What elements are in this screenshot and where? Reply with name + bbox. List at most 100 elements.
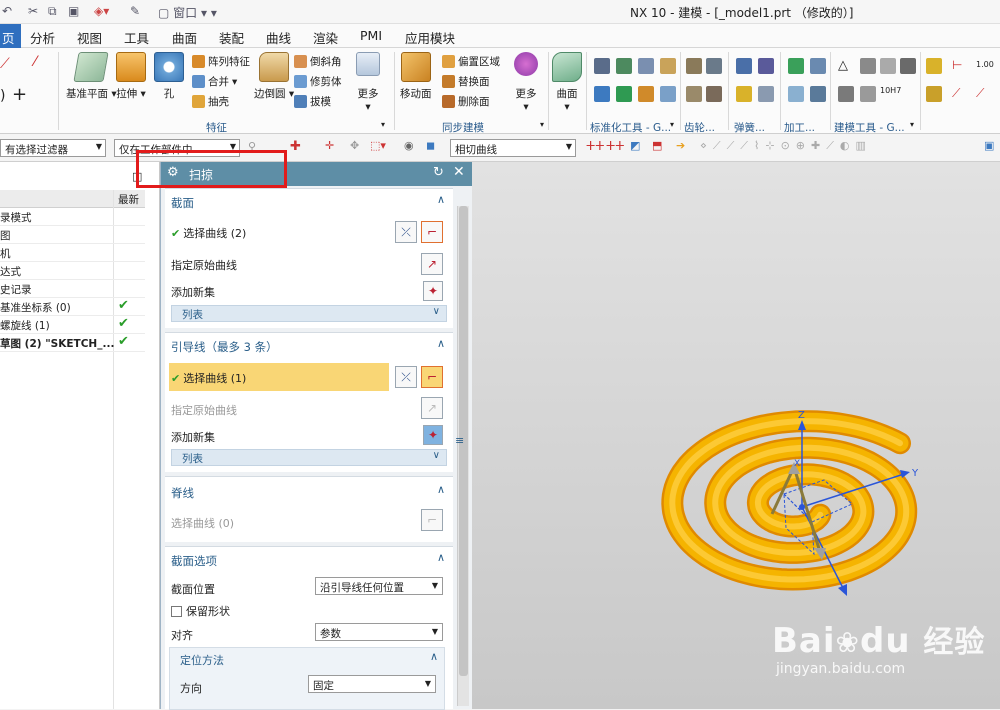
reuse-library-icon[interactable] bbox=[616, 86, 632, 102]
group-expand-icon[interactable]: ▾ bbox=[381, 120, 385, 129]
preserve-shape-checkbox[interactable]: 保留形状 bbox=[171, 603, 230, 619]
tree-row[interactable]: 机 bbox=[0, 244, 145, 262]
cut-icon[interactable]: ✂ bbox=[28, 4, 38, 18]
ruler-icon[interactable]: ⟋ bbox=[976, 86, 984, 101]
bevel-gear-icon[interactable] bbox=[706, 58, 722, 74]
group-expand-icon[interactable]: ▾ bbox=[540, 120, 544, 129]
graphics-viewport[interactable]: Z Y X Bai❀du 经验 jingyan.baidu.com bbox=[472, 162, 1000, 709]
more-sync-button[interactable]: 更多 ▾ bbox=[514, 52, 538, 113]
drawing-icon[interactable] bbox=[860, 86, 876, 102]
undo-icon[interactable]: ↶ bbox=[2, 4, 12, 18]
face-select-icon[interactable]: ◉ bbox=[404, 139, 414, 152]
spur-gear-icon[interactable] bbox=[686, 58, 702, 74]
draft-button[interactable]: 拔模 bbox=[294, 94, 331, 109]
section-position-select[interactable]: 沿引导线任何位置 ▼ bbox=[315, 577, 443, 595]
path-select-icon[interactable]: ⬒ bbox=[652, 139, 662, 152]
collapse-icon[interactable]: ∧ bbox=[437, 483, 445, 496]
stop-at-intersection-icon[interactable]: ⵜⵜ bbox=[586, 139, 604, 153]
arrow-right-icon[interactable]: ➔ bbox=[676, 139, 685, 152]
cylinder-spring-icon[interactable] bbox=[736, 58, 752, 74]
note-icon[interactable] bbox=[838, 86, 854, 102]
spine-select-curve[interactable]: 选择曲线 (0) bbox=[171, 515, 234, 531]
line-tool-icon[interactable]: ⁄ bbox=[34, 54, 36, 70]
edge-blend-button[interactable]: 边倒圆 ▾ bbox=[254, 52, 294, 101]
machining-feature-icon[interactable] bbox=[810, 58, 826, 74]
table-icon[interactable] bbox=[860, 58, 876, 74]
standard-part-icon[interactable] bbox=[594, 58, 610, 74]
catalog-icon[interactable] bbox=[594, 86, 610, 102]
offset-region-button[interactable]: 偏置区域 bbox=[442, 54, 500, 69]
select-features-icon[interactable]: ✛ bbox=[325, 139, 334, 152]
chamfer-button[interactable]: 倒斜角 bbox=[294, 54, 342, 69]
measure-icon[interactable]: ⟋ bbox=[952, 86, 960, 101]
tree-row[interactable]: 螺旋线 (1) ✔ bbox=[0, 316, 145, 334]
triangle-icon[interactable]: △ bbox=[838, 58, 848, 73]
part-list-icon[interactable] bbox=[926, 86, 942, 102]
curve-rule-select[interactable]: 相切曲线 ▼ bbox=[450, 139, 576, 157]
tab-tools[interactable]: 工具 bbox=[124, 28, 149, 47]
selection-filter-select[interactable]: 有选择过滤器 ▼ bbox=[0, 139, 106, 157]
tab-view[interactable]: 视图 bbox=[77, 28, 102, 47]
tab-assembly[interactable]: 装配 bbox=[219, 28, 244, 47]
sheet-icon[interactable] bbox=[880, 58, 896, 74]
guides-select-curve[interactable]: ✔ 选择曲线 (1) bbox=[171, 370, 246, 386]
machining-view-icon[interactable] bbox=[788, 86, 804, 102]
tab-analysis[interactable]: 分析 bbox=[30, 28, 55, 47]
snap-point-icon[interactable]: ✚ bbox=[290, 139, 301, 154]
tree-row[interactable]: 史记录 bbox=[0, 280, 145, 298]
origin-curve-icon[interactable]: ↗ bbox=[421, 397, 443, 419]
snap-options-icon[interactable]: ⋄⟋⟋⟋⌇⊹⊙⊕✚⟋◐▥ bbox=[700, 139, 872, 153]
tolerance-label[interactable]: 10H7 bbox=[880, 86, 901, 95]
collapse-icon[interactable]: ∧ bbox=[437, 193, 445, 206]
gear-engage-icon[interactable] bbox=[686, 86, 702, 102]
machining-setup-icon[interactable] bbox=[810, 86, 826, 102]
origin-curve-icon[interactable]: ↗ bbox=[421, 253, 443, 275]
curve-rule-icon[interactable]: ⤫ bbox=[395, 366, 417, 388]
replace-face-button[interactable]: 替换面 bbox=[442, 74, 490, 89]
guides-header[interactable]: 引导线（最多 3 条） bbox=[171, 339, 278, 355]
collapse-icon[interactable]: ∧ bbox=[437, 337, 445, 350]
delete-face-button[interactable]: 删除面 bbox=[442, 94, 490, 109]
tree-row[interactable]: 图 bbox=[0, 226, 145, 244]
view-icon[interactable]: ▣ bbox=[984, 139, 994, 152]
arc-icon[interactable]: ) bbox=[0, 88, 5, 104]
section-header[interactable]: 截面 bbox=[171, 195, 194, 211]
point-icon[interactable]: + bbox=[12, 84, 27, 105]
tab-home[interactable]: 页 bbox=[0, 24, 21, 48]
close-icon[interactable]: ✕ bbox=[453, 164, 465, 180]
select-curve-icon[interactable]: ⌐ bbox=[421, 509, 443, 531]
feature-curve-icon[interactable]: ◩ bbox=[630, 139, 640, 152]
datum-plane-button[interactable]: 基准平面 ▾ bbox=[66, 52, 117, 101]
add-set-icon[interactable]: ✦ bbox=[423, 281, 443, 301]
line-icon[interactable]: ⟋ bbox=[0, 56, 10, 72]
reset-icon[interactable]: ↻ bbox=[433, 165, 444, 180]
rectangle-select-icon[interactable]: ⬚▾ bbox=[370, 139, 386, 152]
part-family-icon[interactable] bbox=[926, 58, 942, 74]
alignment-select[interactable]: 参数 ▼ bbox=[315, 623, 443, 641]
trim-body-button[interactable]: 修剪体 bbox=[294, 74, 342, 89]
section-list-toggle[interactable]: 列表 ∨ bbox=[171, 305, 447, 322]
tree-row[interactable]: 基准坐标系 (0) ✔ bbox=[0, 298, 145, 316]
tree-row[interactable]: 录模式 bbox=[0, 208, 145, 226]
dimension-icon[interactable]: ⊢ bbox=[952, 58, 962, 72]
template-icon[interactable] bbox=[660, 86, 676, 102]
copy-icon[interactable]: ⧉ bbox=[48, 4, 57, 19]
guides-list-toggle[interactable]: 列表 ∨ bbox=[171, 449, 447, 466]
select-curve-icon[interactable]: ⌐ bbox=[421, 366, 443, 388]
spring-design-icon[interactable] bbox=[758, 58, 774, 74]
knowledge-icon[interactable] bbox=[638, 86, 654, 102]
scale-label[interactable]: 1.00 bbox=[976, 60, 994, 69]
orientation-header[interactable]: 定位方法 bbox=[180, 652, 224, 668]
fastener-icon[interactable] bbox=[616, 58, 632, 74]
paste-icon[interactable]: ▣ bbox=[68, 4, 79, 18]
spring-delete-icon[interactable] bbox=[758, 86, 774, 102]
thread-icon[interactable] bbox=[660, 58, 676, 74]
tab-applications[interactable]: 应用模块 bbox=[405, 28, 455, 47]
gear-display-icon[interactable] bbox=[706, 86, 722, 102]
curve-rule-icon[interactable]: ⤫ bbox=[395, 221, 417, 243]
grid-icon[interactable] bbox=[900, 58, 916, 74]
window-menu[interactable]: ▢ 窗口 ▾ ▾ bbox=[158, 4, 217, 21]
section-options-header[interactable]: 截面选项 bbox=[171, 553, 217, 569]
tab-render[interactable]: 渲染 bbox=[313, 28, 338, 47]
check-mark-icon[interactable] bbox=[788, 58, 804, 74]
